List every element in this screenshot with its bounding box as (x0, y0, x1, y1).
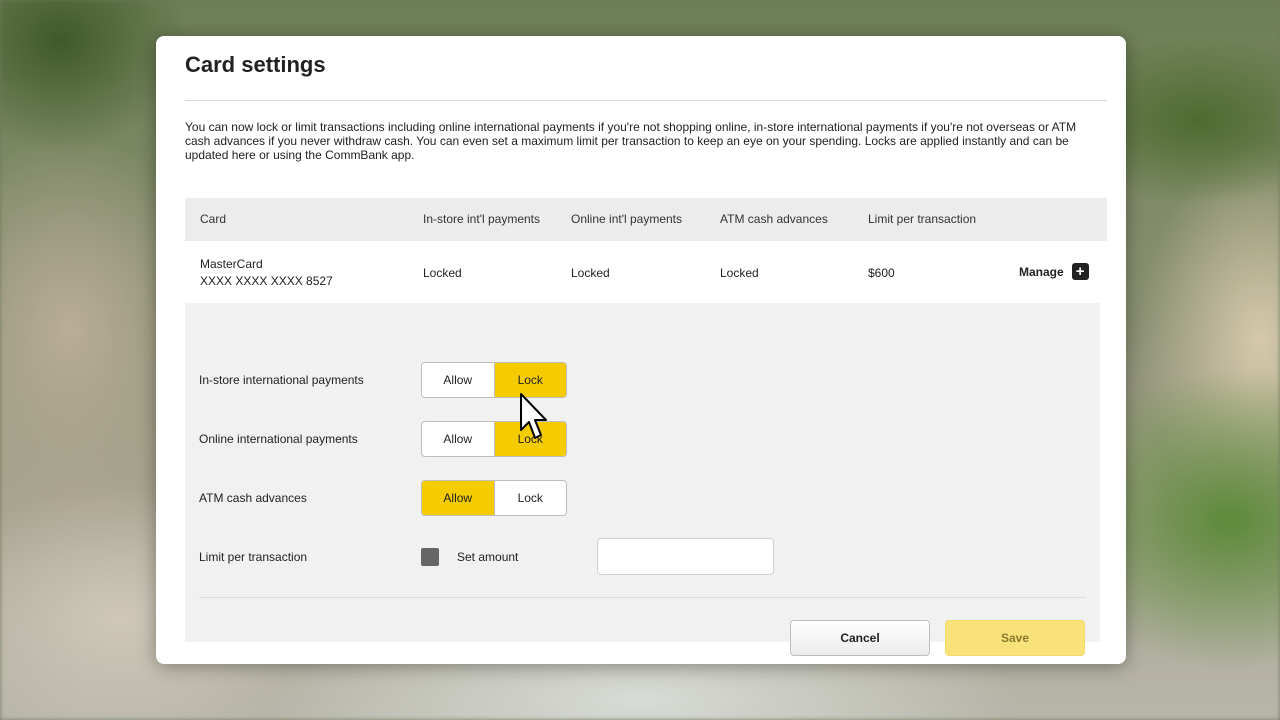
column-header-card: Card (200, 212, 227, 226)
card-settings-dialog: Card settings You can now lock or limit … (156, 36, 1126, 664)
column-header-atm: ATM cash advances (720, 212, 828, 226)
mouse-cursor-icon (520, 393, 547, 439)
intro-text: You can now lock or limit transactions i… (185, 120, 1077, 162)
card-number: XXXX XXXX XXXX 8527 (200, 274, 333, 288)
manage-button[interactable]: Manage + (1019, 263, 1089, 280)
atm-status: Locked (720, 266, 759, 280)
plus-icon: + (1071, 263, 1089, 280)
online-allow-button[interactable]: Allow (422, 422, 494, 456)
card-name: MasterCard (200, 257, 263, 271)
online-status: Locked (571, 266, 610, 280)
save-button[interactable]: Save (945, 620, 1085, 656)
table-row: MasterCard XXXX XXXX XXXX 8527 Locked Lo… (185, 241, 1107, 303)
limit-setting-label: Limit per transaction (199, 550, 308, 564)
column-header-instore: In-store int'l payments (423, 212, 541, 226)
instore-status: Locked (423, 266, 462, 280)
table-header: Card In-store int'l payments Online int'… (185, 198, 1107, 241)
manage-panel: In-store international payments Allow Lo… (185, 303, 1100, 656)
column-header-online: Online int'l payments (571, 212, 683, 226)
instore-setting-label: In-store international payments (199, 373, 364, 387)
divider (185, 100, 1107, 101)
dialog-title: Card settings (185, 52, 326, 77)
column-header-limit: Limit per transaction (868, 212, 977, 226)
atm-allow-button[interactable]: Allow (422, 481, 494, 515)
atm-lock-button[interactable]: Lock (493, 481, 567, 515)
cancel-button[interactable]: Cancel (790, 620, 930, 656)
divider (199, 597, 1086, 598)
manage-label: Manage (1019, 264, 1064, 279)
set-amount-label: Set amount (457, 550, 519, 564)
atm-setting-label: ATM cash advances (199, 491, 307, 505)
instore-allow-button[interactable]: Allow (422, 363, 494, 397)
limit-value: $600 (868, 266, 895, 280)
amount-input[interactable] (597, 538, 774, 575)
atm-toggle: Allow Lock (421, 480, 567, 516)
set-amount-checkbox[interactable] (421, 548, 439, 566)
online-setting-label: Online international payments (199, 432, 358, 446)
